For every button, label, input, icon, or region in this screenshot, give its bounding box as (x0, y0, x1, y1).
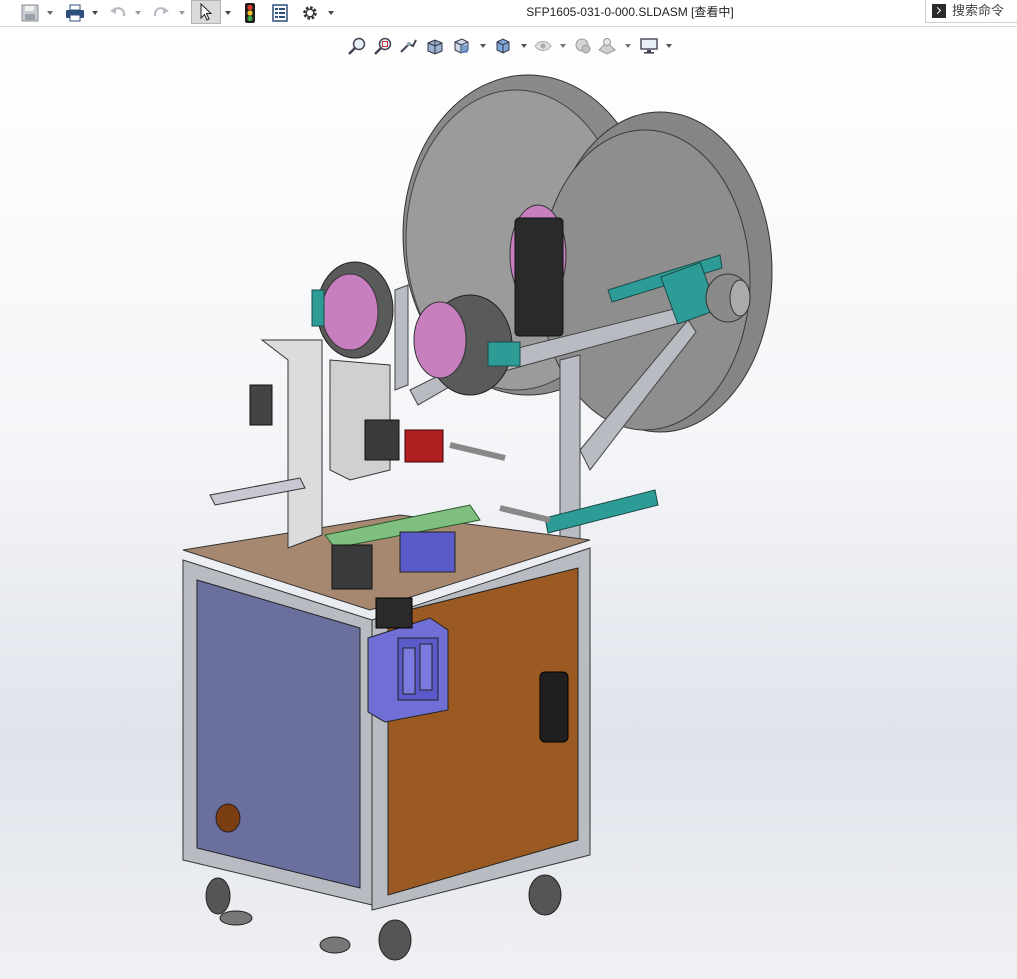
assembly-model[interactable] (0, 0, 1017, 979)
side-handles (449, 442, 659, 534)
